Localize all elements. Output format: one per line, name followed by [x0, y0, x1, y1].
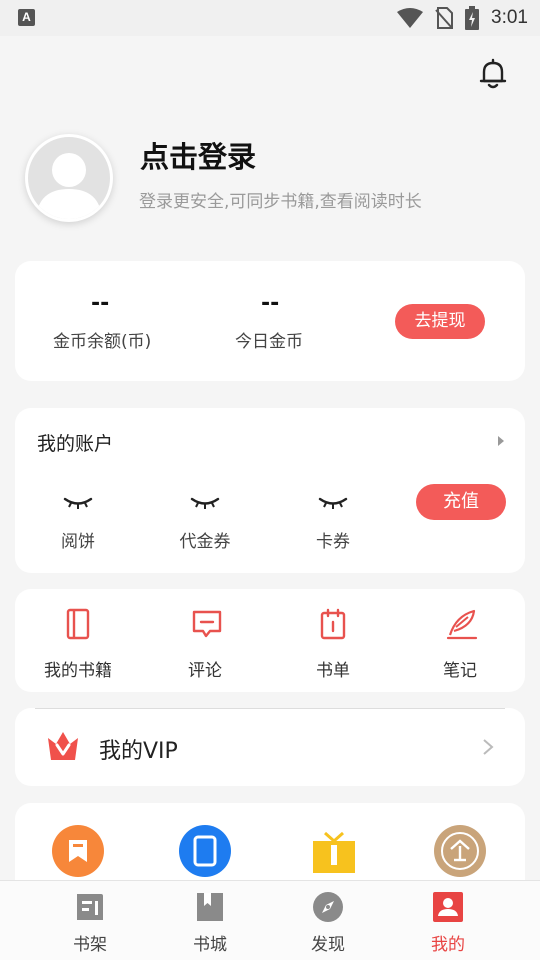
- login-subtitle: 登录更安全,可同步书籍,查看阅读时长: [139, 192, 422, 212]
- menu-label: 评论: [188, 661, 222, 681]
- bell-icon[interactable]: [478, 58, 508, 90]
- menu-comments[interactable]: 评论: [145, 589, 265, 692]
- status-bar: A 3:01: [0, 0, 540, 36]
- closed-eye-icon: [63, 497, 93, 509]
- tool-phone[interactable]: [179, 825, 231, 877]
- coin-balance-value: --: [91, 291, 110, 316]
- profile-icon: [433, 892, 463, 922]
- wifi-icon: [397, 8, 424, 28]
- login-title[interactable]: 点击登录: [140, 134, 256, 176]
- bookmark-icon: [69, 840, 87, 862]
- compass-icon: [313, 892, 343, 922]
- gift-icon: [313, 831, 355, 873]
- menu-label: 书单: [316, 661, 350, 681]
- chevron-right-icon: [483, 739, 494, 755]
- closed-eye-icon: [190, 497, 220, 509]
- tab-label: 我的: [431, 935, 465, 955]
- menu-booklist[interactable]: 书单: [273, 589, 393, 692]
- menu-label: 笔记: [443, 661, 477, 681]
- tool-bookmark[interactable]: [52, 825, 104, 877]
- tab-mine[interactable]: 我的: [388, 881, 508, 960]
- no-sim-icon: [435, 7, 454, 29]
- user-placeholder-icon: [36, 153, 102, 219]
- tool-gift[interactable]: [311, 829, 357, 875]
- bottom-tab-bar: 书架 书城 发现 我的: [0, 880, 540, 960]
- menu-notes[interactable]: 笔记: [400, 589, 520, 692]
- tab-label: 书城: [193, 935, 227, 955]
- divider: [35, 708, 505, 709]
- coin-card: -- 金币余额(币) -- 今日金币 去提现: [15, 261, 525, 381]
- today-coin-value: --: [261, 291, 280, 316]
- battery-charging-icon: [465, 6, 480, 30]
- enterprise-coin-icon: [441, 832, 479, 870]
- bookshelf-icon: [77, 894, 103, 920]
- menu-label: 我的书籍: [44, 661, 112, 681]
- status-time: 3:01: [491, 7, 528, 28]
- tab-bookstore[interactable]: 书城: [150, 881, 270, 960]
- booklist-icon: [320, 608, 346, 640]
- tab-discover[interactable]: 发现: [268, 881, 388, 960]
- tab-label: 发现: [311, 935, 345, 955]
- comment-icon: [192, 610, 222, 638]
- tab-label: 书架: [73, 935, 107, 955]
- vip-crown-icon: [48, 732, 78, 760]
- today-coin-label: 今日金币: [235, 332, 303, 352]
- tool-enterprise[interactable]: [434, 825, 486, 877]
- coin-balance-label: 金币余额(币): [53, 332, 152, 352]
- account-item-card-coupon[interactable]: 卡券: [313, 527, 353, 552]
- closed-eye-icon: [318, 497, 348, 509]
- account-card: 我的账户 阅饼 代金券 卡券 充值: [15, 408, 525, 573]
- tab-bookshelf[interactable]: 书架: [30, 881, 150, 960]
- vip-label: 我的VIP: [99, 739, 178, 764]
- account-item-yuebing[interactable]: 阅饼: [58, 527, 98, 552]
- quill-icon: [446, 609, 478, 640]
- withdraw-button[interactable]: 去提现: [395, 304, 485, 339]
- app-notification-icon: A: [18, 9, 35, 26]
- shelf-menu-card: 我的书籍 评论 书单 笔记: [15, 589, 525, 692]
- phone-icon: [193, 835, 217, 867]
- bookstore-icon: [197, 893, 223, 921]
- book-icon: [66, 608, 90, 640]
- vip-card[interactable]: 我的VIP: [15, 708, 525, 786]
- account-title[interactable]: 我的账户: [37, 429, 113, 456]
- recharge-button[interactable]: 充值: [416, 484, 506, 520]
- account-item-voucher[interactable]: 代金券: [175, 527, 235, 552]
- avatar[interactable]: [25, 134, 113, 222]
- menu-my-books[interactable]: 我的书籍: [18, 589, 138, 692]
- chevron-right-icon[interactable]: [498, 436, 504, 446]
